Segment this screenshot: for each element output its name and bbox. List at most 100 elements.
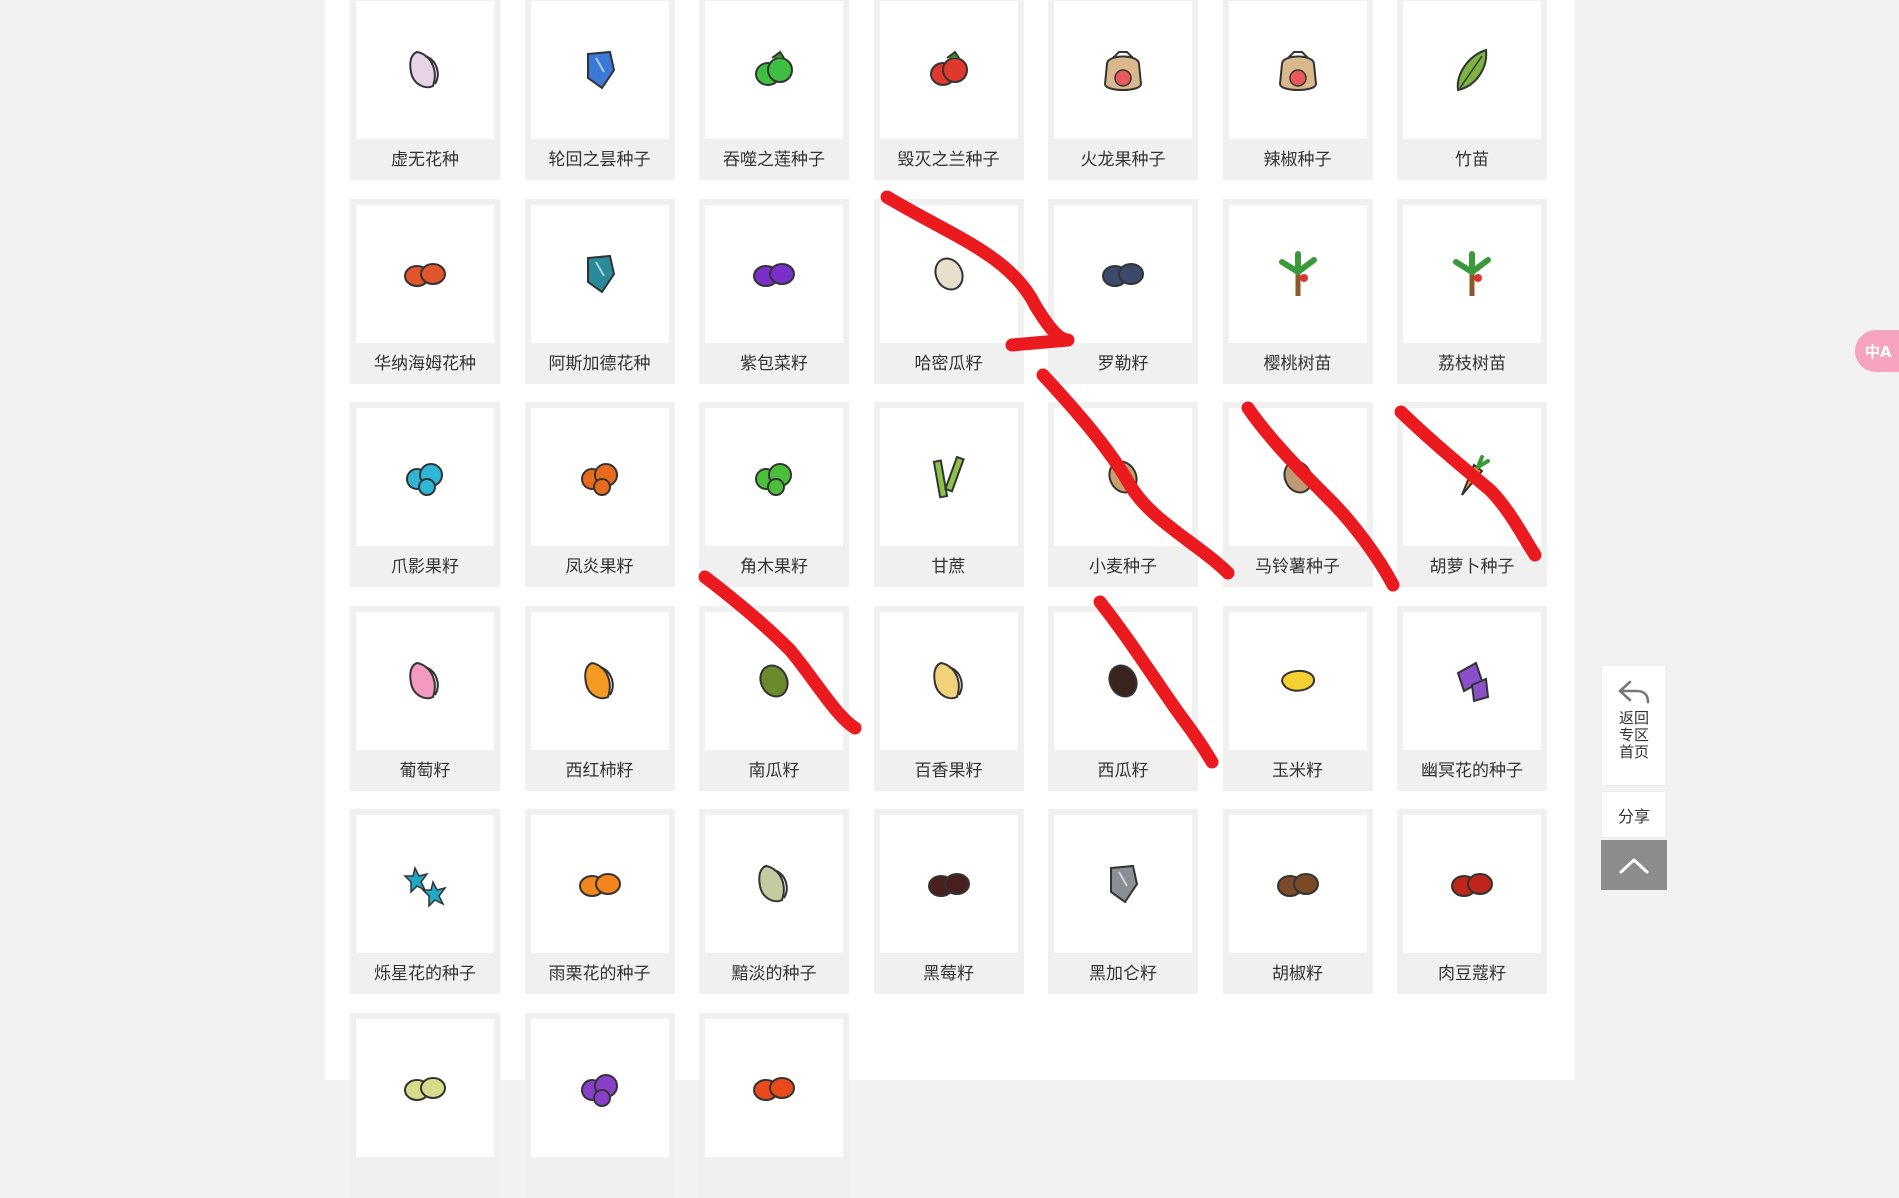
item-name bbox=[531, 1157, 669, 1192]
seed-item-card[interactable]: 南瓜籽 bbox=[699, 605, 849, 791]
item-name: 紫包菜籽 bbox=[740, 353, 808, 374]
seed-item-card[interactable]: 黑莓籽 bbox=[873, 809, 1024, 994]
seed-item-card[interactable]: 百香果籽 bbox=[873, 605, 1024, 791]
back-home-label: 返回专区首页 bbox=[1619, 709, 1650, 761]
item-image bbox=[1403, 204, 1541, 343]
item-image bbox=[356, 611, 494, 750]
seed-icon bbox=[1282, 460, 1313, 494]
translate-button[interactable]: 中A bbox=[1855, 330, 1899, 372]
seed-item-card[interactable]: 黑加仑籽 bbox=[1048, 809, 1198, 994]
seed-item-card[interactable]: 火龙果种子 bbox=[1048, 0, 1198, 180]
seed-item-card[interactable]: 华纳海姆花种 bbox=[350, 198, 500, 384]
seed-item-card[interactable]: 西瓜籽 bbox=[1048, 605, 1198, 791]
seed-item-card[interactable]: 虚无花种 bbox=[350, 0, 500, 180]
item-name: 百香果籽 bbox=[914, 760, 983, 781]
seed-icon bbox=[753, 262, 795, 287]
item-name bbox=[356, 1157, 494, 1192]
seed-item-card[interactable] bbox=[699, 1012, 849, 1198]
item-image bbox=[530, 1, 669, 139]
seed-icon bbox=[933, 256, 964, 291]
item-image bbox=[879, 408, 1018, 546]
item-name: 凤炎果籽 bbox=[565, 557, 634, 577]
item-name: 竹苗 bbox=[1455, 150, 1489, 170]
side-toolbar: 返回专区首页 分享 bbox=[1601, 665, 1667, 890]
back-to-top-button[interactable] bbox=[1601, 840, 1667, 890]
seed-item-card[interactable]: 吞噬之莲种子 bbox=[699, 0, 849, 180]
item-name: 黑加仑籽 bbox=[1089, 964, 1157, 984]
item-name: 肉豆蔻籽 bbox=[1438, 964, 1506, 984]
seed-item-card[interactable]: 罗勒籽 bbox=[1048, 198, 1198, 384]
item-image bbox=[705, 1, 843, 139]
seed-item-card[interactable]: 马铃薯种子 bbox=[1222, 402, 1373, 587]
item-name: 虚无花种 bbox=[391, 150, 459, 170]
item-image bbox=[1403, 815, 1541, 953]
seed-item-card[interactable] bbox=[350, 1012, 500, 1198]
seed-icon bbox=[583, 661, 614, 699]
seed-icon bbox=[586, 254, 615, 293]
sapling-icon bbox=[1453, 250, 1491, 296]
seed-item-card[interactable]: 幽冥花的种子 bbox=[1397, 605, 1547, 791]
seed-item-card[interactable]: 爪影果籽 bbox=[350, 402, 500, 587]
item-image bbox=[1054, 408, 1192, 546]
item-image bbox=[356, 408, 494, 546]
item-name: 火龙果种子 bbox=[1080, 150, 1166, 170]
item-image bbox=[356, 1018, 494, 1157]
seed-item-card[interactable]: 胡萝卜种子 bbox=[1397, 402, 1547, 587]
seed-item-card[interactable]: 辣椒种子 bbox=[1222, 0, 1373, 180]
seed-item-card[interactable]: 紫包菜籽 bbox=[699, 198, 849, 384]
seed-item-card[interactable]: 甘蔗 bbox=[873, 402, 1024, 587]
seed-item-card[interactable]: 胡椒籽 bbox=[1222, 809, 1373, 994]
seed-item-card[interactable]: 玉米籽 bbox=[1222, 605, 1373, 791]
seed-item-card[interactable]: 小麦种子 bbox=[1048, 402, 1198, 587]
seed-item-card[interactable]: 毁灭之兰种子 bbox=[873, 0, 1024, 180]
seed-icon bbox=[404, 1076, 446, 1101]
seed-icon bbox=[580, 463, 618, 496]
seed-item-card[interactable]: 阿斯加德花种 bbox=[524, 198, 675, 384]
seed-item-card[interactable]: 烁星花的种子 bbox=[350, 809, 500, 994]
item-image bbox=[705, 408, 843, 546]
item-image bbox=[1228, 408, 1367, 546]
share-button[interactable]: 分享 bbox=[1601, 791, 1667, 838]
item-name: 胡萝卜种子 bbox=[1429, 557, 1515, 577]
seed-item-card[interactable]: 凤炎果籽 bbox=[524, 402, 675, 587]
seed-item-card[interactable]: 樱桃树苗 bbox=[1222, 198, 1373, 384]
item-name: 胡椒籽 bbox=[1272, 964, 1323, 984]
seed-icon bbox=[403, 865, 447, 908]
seed-bag-icon bbox=[1278, 51, 1317, 91]
item-name: 黑莓籽 bbox=[923, 964, 974, 984]
seed-item-card[interactable]: 雨栗花的种子 bbox=[524, 809, 675, 994]
sugarcane-icon bbox=[932, 455, 965, 499]
seed-icon bbox=[409, 50, 439, 89]
item-name: 南瓜籽 bbox=[748, 760, 800, 781]
seed-item-card[interactable]: 肉豆蔻籽 bbox=[1397, 809, 1547, 994]
item-name: 幽冥花的种子 bbox=[1421, 760, 1523, 781]
item-image bbox=[1054, 611, 1192, 750]
item-name: 玉米籽 bbox=[1272, 760, 1323, 781]
seed-item-card[interactable] bbox=[524, 1012, 675, 1198]
item-image bbox=[879, 611, 1018, 750]
seed-icon bbox=[1102, 262, 1144, 287]
seed-item-card[interactable]: 黯淡的种子 bbox=[699, 809, 849, 994]
seed-icon bbox=[932, 661, 963, 699]
seed-item-card[interactable]: 哈密瓜籽 bbox=[873, 198, 1024, 384]
seed-item-card[interactable]: 西红柿籽 bbox=[524, 605, 675, 791]
item-image bbox=[705, 204, 843, 343]
item-name: 马铃薯种子 bbox=[1255, 557, 1340, 577]
seed-item-card[interactable]: 荔枝树苗 bbox=[1397, 198, 1547, 384]
item-image bbox=[1228, 815, 1367, 953]
seed-item-card[interactable]: 竹苗 bbox=[1397, 0, 1547, 180]
item-name bbox=[705, 1157, 843, 1192]
item-name: 樱桃树苗 bbox=[1263, 353, 1332, 374]
seed-icon bbox=[580, 1073, 618, 1107]
item-image bbox=[356, 815, 494, 953]
seed-item-card[interactable]: 角木果籽 bbox=[699, 402, 849, 587]
item-name: 小麦种子 bbox=[1089, 557, 1157, 577]
item-image bbox=[879, 815, 1018, 953]
seed-item-card[interactable]: 葡萄籽 bbox=[350, 605, 500, 791]
item-name: 黯淡的种子 bbox=[731, 964, 817, 984]
seed-icon bbox=[578, 873, 621, 897]
seed-item-card[interactable]: 轮回之昙种子 bbox=[524, 0, 675, 180]
item-image bbox=[356, 1, 494, 139]
translate-icon: 中A bbox=[1865, 342, 1892, 361]
back-home-button[interactable]: 返回专区首页 bbox=[1601, 665, 1667, 786]
